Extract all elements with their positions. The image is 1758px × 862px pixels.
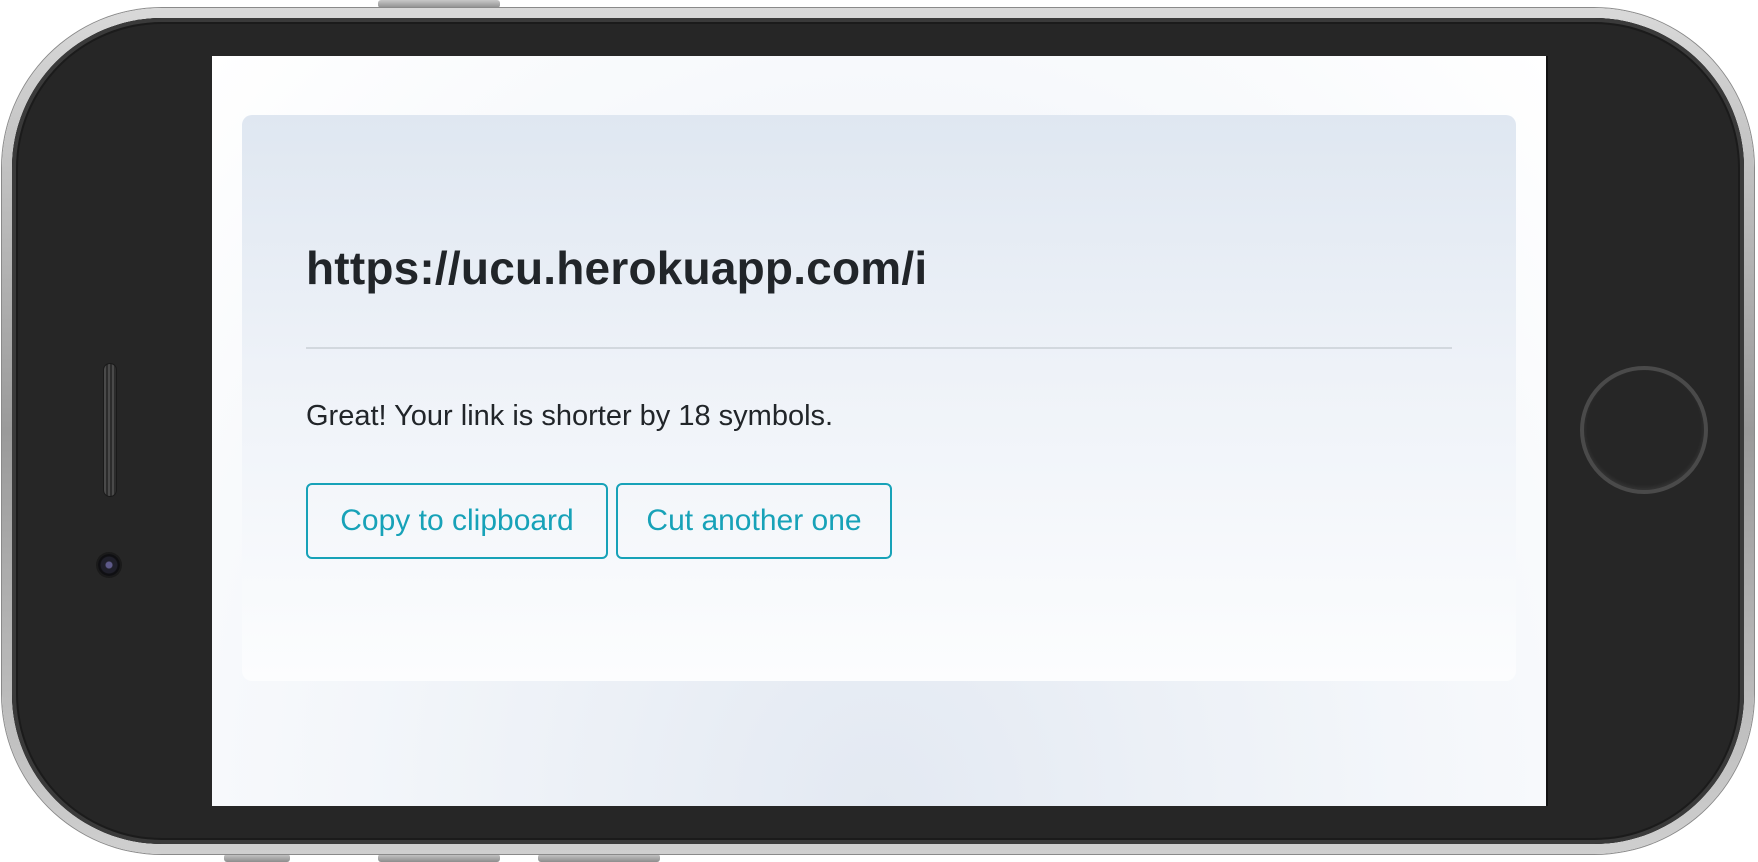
divider — [306, 347, 1452, 349]
front-camera-icon — [98, 554, 120, 576]
phone-volume-button — [224, 854, 290, 862]
short-url-heading: https://ucu.herokuapp.com/i — [306, 242, 928, 294]
speaker-grille-icon — [104, 364, 116, 496]
phone-volume-button — [378, 854, 500, 862]
result-card: https://ucu.herokuapp.com/i Great! Your … — [242, 115, 1516, 681]
copy-to-clipboard-button[interactable]: Copy to clipboard — [306, 483, 608, 559]
phone-screen: https://ucu.herokuapp.com/i Great! Your … — [212, 56, 1546, 806]
phone-top-button — [378, 0, 500, 8]
cut-another-button[interactable]: Cut another one — [616, 483, 892, 559]
home-button-icon[interactable] — [1580, 366, 1708, 494]
screen-edge — [1546, 56, 1548, 806]
device-mockup: https://ucu.herokuapp.com/i Great! Your … — [0, 0, 1758, 862]
phone-volume-button — [538, 854, 660, 862]
result-message: Great! Your link is shorter by 18 symbol… — [306, 400, 834, 432]
